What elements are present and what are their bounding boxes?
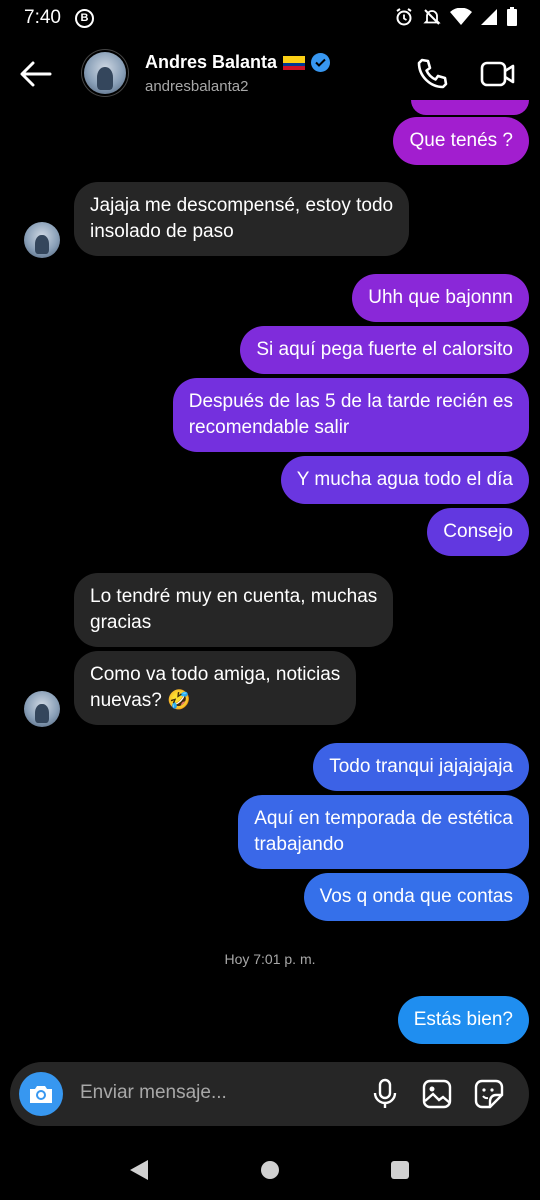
contact-avatar[interactable] <box>84 52 126 94</box>
gallery-button[interactable] <box>422 1079 452 1109</box>
message-timestamp: Hoy 7:01 p. m. <box>224 951 316 967</box>
message-bubble-outgoing[interactable]: Que tenés ? <box>393 117 529 165</box>
sticker-icon <box>474 1079 504 1109</box>
message-bubble-outgoing[interactable]: Consejo <box>427 508 529 556</box>
message-bubble-incoming[interactable]: Jajaja me descompensé, estoy todo insola… <box>74 182 410 256</box>
message-composer <box>10 1062 529 1126</box>
message-bubble-incoming[interactable]: Como va todo amiga, noticias nuevas? 🤣 <box>74 651 357 725</box>
status-badge: B <box>75 9 94 28</box>
arrow-left-icon <box>20 61 52 87</box>
nav-back-icon[interactable] <box>128 1158 150 1182</box>
message-input[interactable] <box>80 1082 360 1104</box>
message-bubble-outgoing[interactable]: Todo tranqui jajajajaja <box>313 743 529 791</box>
status-time: 7:40 <box>24 7 61 28</box>
image-icon <box>422 1079 452 1109</box>
nav-home-button[interactable] <box>261 1161 279 1179</box>
message-bubble-incoming[interactable]: Lo tendré muy en cuenta, muchas gracias <box>74 573 394 647</box>
video-camera-icon <box>480 61 515 87</box>
sender-avatar[interactable] <box>24 691 60 727</box>
colombia-flag-icon <box>283 55 306 70</box>
status-icons <box>394 7 518 27</box>
message-bubble-outgoing[interactable]: Después de las 5 de la tarde recién es r… <box>172 378 529 452</box>
back-button[interactable] <box>16 56 56 92</box>
camera-icon <box>30 1086 52 1103</box>
sticker-button[interactable] <box>474 1079 504 1109</box>
phone-icon <box>417 58 448 89</box>
status-bar: 7:40 B <box>0 0 540 36</box>
voice-message-button[interactable] <box>370 1078 400 1110</box>
alarm-icon <box>396 8 412 26</box>
video-call-button[interactable] <box>480 58 516 90</box>
battery-icon <box>507 7 517 26</box>
message-bubble-outgoing[interactable]: Aquí en temporada de estética trabajando <box>238 795 529 869</box>
contact-name-row[interactable]: Andres Balanta <box>145 52 331 73</box>
camera-button[interactable] <box>19 1072 63 1116</box>
sender-avatar[interactable] <box>24 222 60 258</box>
system-navigation-bar <box>0 1140 540 1200</box>
message-bubble-outgoing[interactable]: Vos q onda que contas <box>303 873 529 921</box>
message-bubble-outgoing[interactable]: Si aquí pega fuerte el calorsito <box>240 326 529 374</box>
contact-name: Andres Balanta <box>145 52 278 72</box>
nav-recents-button[interactable] <box>391 1161 409 1179</box>
audio-call-button[interactable] <box>414 56 450 92</box>
verified-badge-icon <box>311 53 331 72</box>
wifi-icon <box>450 8 472 25</box>
message-bubble-outgoing[interactable]: Y mucha agua todo el día <box>280 456 529 504</box>
signal-icon <box>481 9 497 25</box>
message-bubble-outgoing[interactable]: Uhh que bajonnn <box>352 274 529 322</box>
contact-username: andresbalanta2 <box>145 78 249 95</box>
microphone-icon <box>373 1078 397 1108</box>
message-bubble-outgoing[interactable]: Estás bien? <box>397 996 529 1044</box>
mute-icon <box>423 9 441 25</box>
partial-message-bubble <box>411 100 529 115</box>
